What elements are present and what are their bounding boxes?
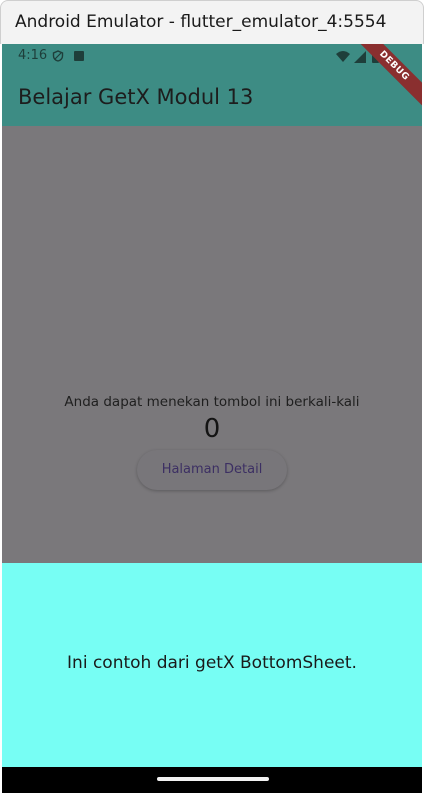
hint-text: Anda dapat menekan tombol ini berkali-ka… bbox=[64, 394, 360, 410]
status-bar: 4:16 bbox=[2, 44, 422, 70]
app-bar-title: Belajar GetX Modul 13 bbox=[18, 85, 254, 109]
bottom-sheet-text: Ini contoh dari getX BottomSheet. bbox=[67, 653, 357, 673]
status-time: 4:16 bbox=[18, 48, 48, 63]
page-body-scrim[interactable]: Anda dapat menekan tombol ini berkali-ka… bbox=[2, 126, 422, 563]
window-title: Android Emulator - flutter_emulator_4:55… bbox=[15, 12, 387, 32]
notification-a-icon bbox=[74, 51, 84, 61]
home-indicator[interactable] bbox=[157, 777, 269, 781]
device-screen: 4:16 Belajar GetX Modul 13 DEBUG Anda da… bbox=[2, 44, 422, 793]
detail-page-button[interactable]: Halaman Detail bbox=[137, 450, 287, 490]
body-content: Anda dapat menekan tombol ini berkali-ka… bbox=[2, 394, 422, 490]
wifi-icon bbox=[336, 51, 350, 62]
emulator-window-titlebar: Android Emulator - flutter_emulator_4:55… bbox=[0, 0, 424, 44]
shield-icon bbox=[52, 50, 64, 62]
bottom-sheet: Ini contoh dari getX BottomSheet. bbox=[2, 563, 422, 767]
counter-value: 0 bbox=[203, 414, 221, 444]
signal-icon bbox=[354, 51, 366, 63]
app-bar: Belajar GetX Modul 13 bbox=[2, 70, 422, 126]
navigation-bar bbox=[2, 767, 422, 793]
